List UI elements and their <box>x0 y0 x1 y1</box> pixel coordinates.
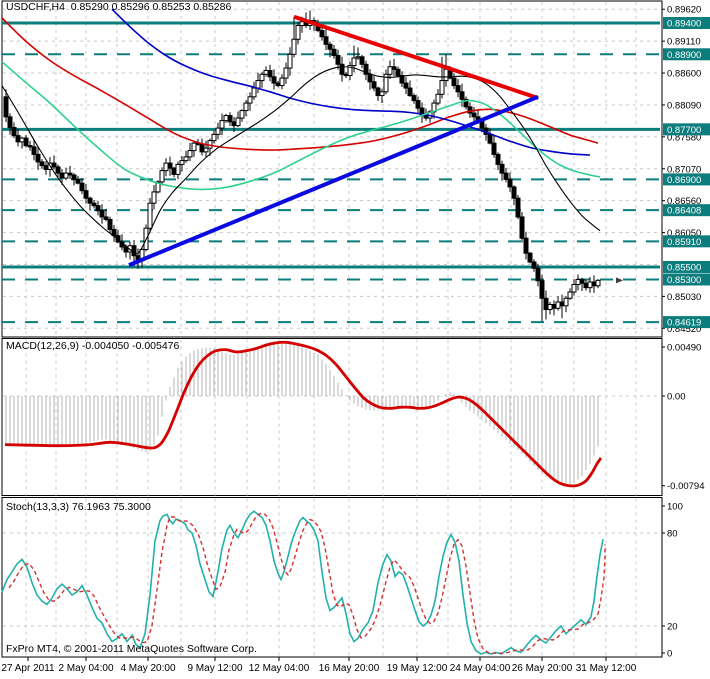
time-tick-label: 19 May 12:00 <box>387 663 448 674</box>
price-level-badge-label: 0.89400 <box>667 19 701 30</box>
stoch-axis-label: 20 <box>667 622 678 633</box>
time-tick-label: 2 May 04:00 <box>58 663 113 674</box>
price-level-badge-label: 0.85300 <box>667 275 701 286</box>
time-tick-label: 24 May 04:00 <box>450 663 511 674</box>
time-tick-label: 27 Apr 2011 <box>1 663 55 674</box>
time-tick-label: 4 May 20:00 <box>120 663 175 674</box>
time-axis[interactable]: 27 Apr 2011 2 May 04:00 4 May 20:00 9 May 1… <box>1 657 637 675</box>
price-tick-label: 0.88090 <box>667 100 701 111</box>
time-tick-label: 31 May 12:00 <box>576 663 637 674</box>
price-tick-label: 0.89620 <box>667 5 701 16</box>
price-level-badge-label: 0.87700 <box>667 125 701 136</box>
time-tick-label: 16 May 20:00 <box>319 663 380 674</box>
macd-axis-label: 0.00490 <box>667 343 701 354</box>
stoch-axis-label: 0 <box>667 649 672 660</box>
price-level-badge-label: 0.86900 <box>667 175 701 186</box>
price-level-badge-label: 0.86408 <box>667 206 701 217</box>
price-tick-label: 0.88600 <box>667 69 701 80</box>
macd-axis-label: 0.00 <box>667 392 686 403</box>
price-level-badge-label: 0.88900 <box>667 50 701 61</box>
stoch-axis-label: 100 <box>667 502 683 513</box>
time-tick-label: 26 May 20:00 <box>512 663 573 674</box>
price-level-badge-label: 0.85910 <box>667 237 701 248</box>
price-tick-label: 0.85030 <box>667 292 701 303</box>
macd-indicator-label: MACD(12,26,9) -0.004050 -0.005476 <box>6 340 180 352</box>
price-level-badge-label: 0.85500 <box>667 262 701 273</box>
stoch-axis-label: 80 <box>667 529 678 540</box>
price-tick-label: 0.89110 <box>667 37 701 48</box>
panel-borders <box>1 0 663 658</box>
price-axis[interactable]: 0.896200.891100.886000.880900.875800.870… <box>662 5 710 660</box>
mt4-chart-window[interactable]: { "title": {"ohlc_line": "USDCHF,H4 0.85… <box>0 0 710 679</box>
time-tick-label: 9 May 12:00 <box>187 663 242 674</box>
stoch-indicator-label: Stoch(13,3,3) 76.1963 75.3000 <box>6 501 151 513</box>
macd-axis-label: -0.00794 <box>667 481 705 492</box>
symbol-ohlc-title: USDCHF,H4 0.85290 0.85296 0.85253 0.8528… <box>6 1 232 13</box>
copyright-text: FxPro MT4, © 2001-2011 MetaQuotes Softwa… <box>6 643 257 655</box>
price-level-badge-label: 0.84619 <box>667 318 701 329</box>
time-tick-label: 12 May 04:00 <box>249 663 310 674</box>
